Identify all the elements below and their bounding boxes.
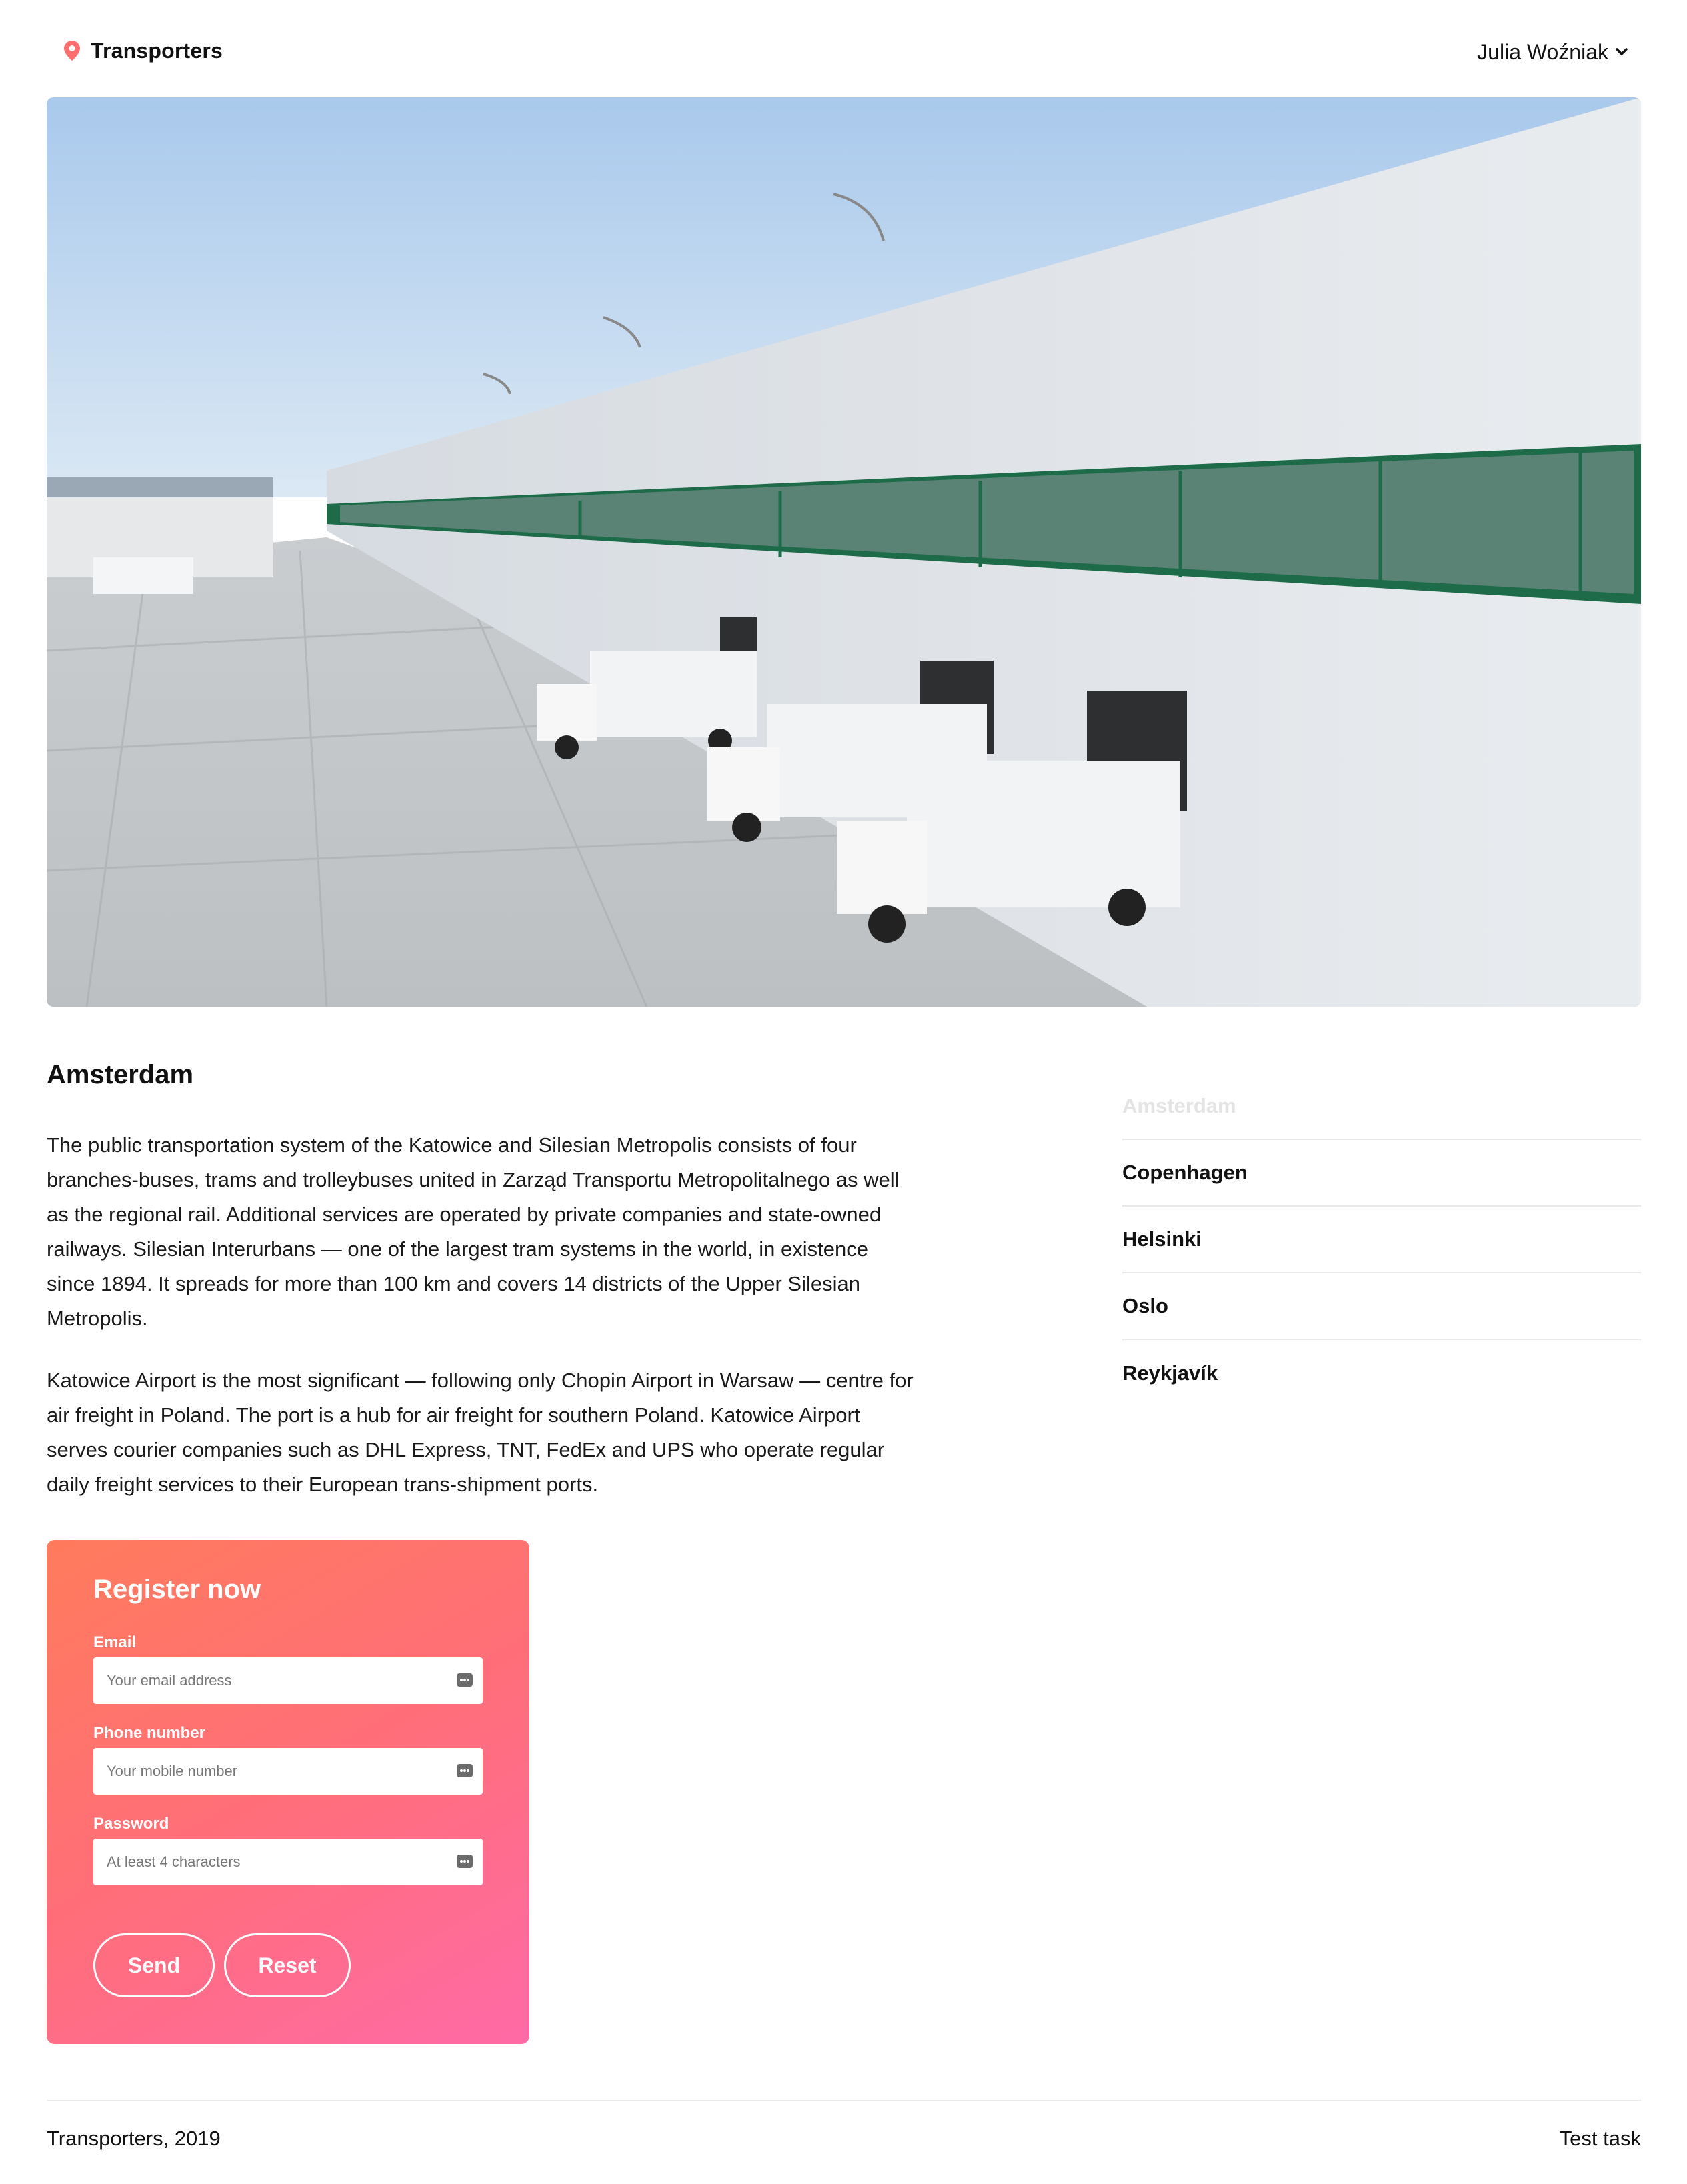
user-name: Julia Woźniak	[1477, 39, 1608, 64]
city-title: Amsterdam	[47, 1060, 194, 1089]
map-pin-icon	[64, 41, 80, 61]
chevron-down-icon	[1616, 48, 1628, 55]
city-item-copenhagen[interactable]: Copenhagen	[1122, 1140, 1641, 1207]
city-item-helsinki[interactable]: Helsinki	[1122, 1207, 1641, 1273]
register-form: Register now Email Phone number Password	[47, 1540, 529, 2044]
description-paragraph-1: The public transportation system of the …	[47, 1133, 900, 1330]
page: Transporters Julia Woźniak Amsterdam The…	[0, 0, 1687, 2184]
city-item-reykjavik[interactable]: Reykjavík	[1122, 1340, 1641, 1407]
hero-image	[47, 97, 1641, 1007]
password-label: Password	[93, 1815, 169, 1833]
logo-link[interactable]: Transporters	[64, 36, 223, 65]
register-title: Register now	[93, 1575, 261, 1604]
reset-button[interactable]: Reset	[224, 1933, 351, 1997]
phone-field[interactable]	[93, 1748, 483, 1795]
email-field-wrapper	[93, 1657, 483, 1704]
password-manager-icon[interactable]	[456, 1763, 473, 1779]
logo-text: Transporters	[91, 38, 223, 63]
send-button[interactable]: Send	[93, 1933, 215, 1997]
city-item-oslo[interactable]: Oslo	[1122, 1273, 1641, 1340]
phone-label: Phone number	[93, 1724, 206, 1742]
password-field-wrapper	[93, 1839, 483, 1885]
city-list: Amsterdam Copenhagen Helsinki Oslo Reykj…	[1122, 1073, 1641, 1407]
email-label: Email	[93, 1633, 137, 1651]
user-menu[interactable]: Julia Woźniak	[1477, 37, 1628, 67]
password-field[interactable]	[93, 1839, 483, 1885]
footer-divider	[47, 2100, 1641, 2101]
footer-note: Test task	[1559, 2127, 1641, 2150]
footer-copyright: Transporters, 2019	[47, 2127, 221, 2150]
city-item-amsterdam[interactable]: Amsterdam	[1122, 1073, 1641, 1140]
description-paragraph-2: Katowice Airport is the most significant…	[47, 1369, 914, 1496]
password-manager-icon[interactable]	[456, 1672, 473, 1688]
warehouse-trucks-photo	[47, 97, 1641, 1007]
email-field[interactable]	[93, 1657, 483, 1704]
site-header: Transporters Julia Woźniak	[0, 0, 1687, 97]
password-manager-icon[interactable]	[456, 1853, 473, 1869]
phone-field-wrapper	[93, 1748, 483, 1795]
